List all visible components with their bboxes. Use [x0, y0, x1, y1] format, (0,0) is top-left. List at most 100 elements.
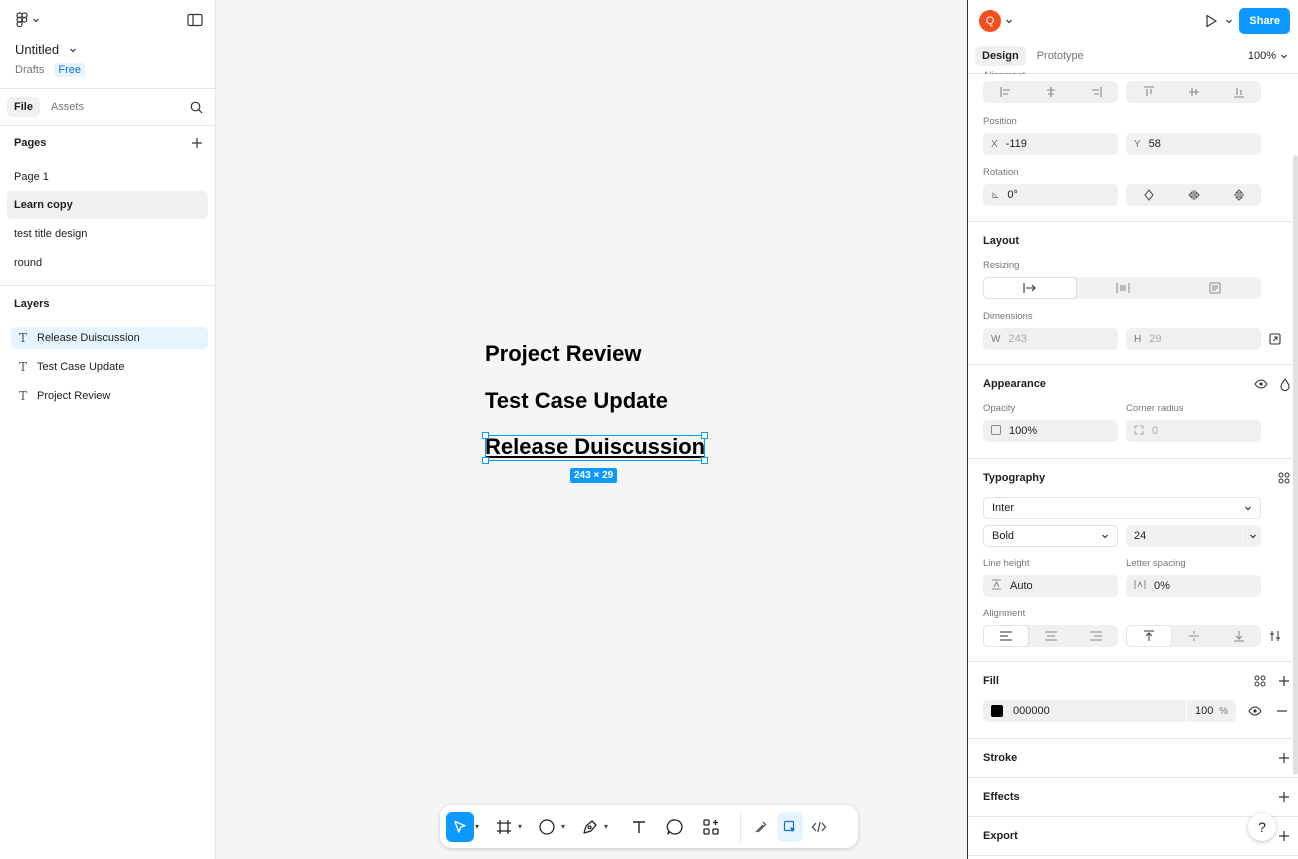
layer-item[interactable]: T Project Review — [11, 385, 208, 407]
remove-fill-icon[interactable] — [1276, 705, 1288, 717]
resize-handle[interactable] — [701, 432, 708, 439]
page-item[interactable]: Page 1 — [7, 163, 208, 191]
canvas-text-layer[interactable]: Test Case Update — [485, 388, 668, 414]
actions-button[interactable] — [696, 812, 726, 842]
auto-height-icon[interactable] — [1077, 277, 1169, 299]
width-input[interactable]: W 243 — [983, 328, 1118, 350]
fill-styles-icon[interactable] — [1254, 675, 1266, 687]
chevron-down-icon[interactable] — [1225, 17, 1233, 25]
chevron-down-icon[interactable] — [1242, 532, 1257, 540]
font-size-input[interactable]: 24 — [1126, 525, 1261, 547]
page-item[interactable]: test title design — [7, 220, 208, 248]
eye-icon[interactable] — [1254, 379, 1268, 389]
search-icon[interactable] — [190, 101, 203, 114]
resize-handle[interactable] — [482, 432, 489, 439]
chevron-down-icon[interactable] — [69, 46, 77, 54]
avatar[interactable]: Q — [979, 10, 1001, 32]
blend-mode-icon[interactable] — [1280, 377, 1290, 391]
page-item[interactable]: round — [7, 249, 208, 277]
canvas-text-layer[interactable]: Project Review — [485, 341, 642, 367]
share-button[interactable]: Share — [1239, 8, 1290, 34]
tab-file[interactable]: File — [7, 97, 40, 117]
line-height-input[interactable]: Auto — [983, 575, 1118, 597]
eye-icon[interactable] — [1248, 706, 1262, 716]
fill-opacity-input[interactable]: 100 % — [1186, 700, 1236, 722]
user-menu[interactable]: Q — [979, 10, 1013, 32]
panel-scrollbar[interactable] — [1293, 155, 1298, 775]
resize-handle[interactable] — [701, 457, 708, 464]
design-mode-button[interactable] — [777, 811, 804, 842]
text-align-center-icon[interactable] — [1029, 625, 1073, 647]
chevron-down-icon — [1280, 52, 1288, 60]
fixed-width-icon[interactable] — [983, 277, 1077, 299]
x-position-input[interactable]: X -119 — [983, 133, 1118, 155]
fill-swatch[interactable] — [991, 705, 1003, 717]
align-top-icon[interactable] — [1126, 81, 1171, 103]
align-center-h-icon[interactable] — [1028, 81, 1073, 103]
letter-spacing-input[interactable]: 0% — [1126, 575, 1261, 597]
align-middle-icon[interactable] — [1171, 81, 1216, 103]
rotate-90-icon[interactable] — [1126, 184, 1171, 206]
toggle-sidebar-icon[interactable] — [187, 13, 203, 27]
draw-mode-button[interactable] — [747, 812, 775, 842]
page-item[interactable]: Learn copy — [7, 191, 208, 219]
opacity-input[interactable]: 100% — [983, 420, 1118, 442]
comment-tool-button[interactable] — [660, 812, 690, 842]
y-position-input[interactable]: Y 58 — [1126, 133, 1261, 155]
add-export-icon[interactable] — [1278, 830, 1290, 842]
tab-design[interactable]: Design — [975, 46, 1026, 66]
chevron-down-icon[interactable]: ▾ — [604, 822, 608, 831]
pages-list: Page 1 Learn copy test title design roun… — [0, 163, 215, 277]
add-fill-icon[interactable] — [1278, 675, 1290, 687]
chevron-down-icon[interactable]: ▾ — [518, 822, 522, 831]
add-stroke-icon[interactable] — [1278, 752, 1290, 764]
text-styles-icon[interactable] — [1278, 472, 1290, 484]
fixed-size-icon[interactable] — [1169, 277, 1261, 299]
flip-horizontal-icon[interactable] — [1171, 184, 1216, 206]
text-tool-button[interactable] — [624, 812, 654, 842]
main-menu-button[interactable] — [16, 12, 40, 28]
file-location[interactable]: Drafts — [15, 64, 44, 76]
tab-assets[interactable]: Assets — [44, 97, 91, 117]
font-family-dropdown[interactable]: Inter — [983, 497, 1261, 519]
text-layer-icon: T — [19, 331, 28, 345]
corner-radius-input[interactable]: 0 — [1126, 420, 1261, 442]
fill-color-input[interactable]: 000000 100 % — [983, 700, 1236, 722]
text-align-top-icon[interactable] — [1126, 625, 1173, 647]
tab-prototype[interactable]: Prototype — [1030, 46, 1091, 66]
add-effect-icon[interactable] — [1278, 791, 1290, 803]
plan-badge[interactable]: Free — [54, 63, 85, 77]
text-align-bottom-icon[interactable] — [1217, 625, 1261, 647]
move-tool-button[interactable] — [446, 811, 474, 842]
pen-tool-button[interactable] — [577, 812, 603, 842]
chevron-down-icon[interactable]: ▾ — [561, 822, 565, 831]
pen-icon — [583, 819, 597, 834]
type-settings-icon[interactable] — [1269, 630, 1281, 642]
align-bottom-icon[interactable] — [1216, 81, 1261, 103]
align-right-icon[interactable] — [1073, 81, 1118, 103]
text-align-middle-icon[interactable] — [1172, 625, 1216, 647]
constrain-proportions-icon[interactable] — [1269, 333, 1281, 345]
help-button[interactable]: ? — [1248, 813, 1276, 841]
zoom-dropdown[interactable]: 100% — [1248, 50, 1288, 62]
flip-vertical-icon[interactable] — [1216, 184, 1261, 206]
rotation-input[interactable]: ⊾ 0° — [983, 184, 1118, 206]
text-align-right-icon[interactable] — [1074, 625, 1118, 647]
layer-item[interactable]: T Release Duiscussion — [11, 327, 208, 349]
shape-tool-button[interactable] — [534, 812, 560, 842]
add-page-icon[interactable] — [191, 137, 203, 149]
text-align-horizontal-group — [983, 625, 1118, 647]
font-weight-dropdown[interactable]: Bold — [983, 525, 1118, 547]
frame-tool-button[interactable] — [491, 812, 517, 842]
dev-mode-button[interactable] — [805, 812, 833, 842]
align-left-icon[interactable] — [983, 81, 1028, 103]
resize-handle[interactable] — [482, 457, 489, 464]
height-input[interactable]: H 29 — [1126, 328, 1261, 350]
file-name[interactable]: Untitled — [15, 42, 59, 57]
canvas[interactable]: Project Review Test Case Update Release … — [217, 0, 967, 859]
selection-box[interactable] — [485, 435, 705, 461]
layer-item[interactable]: T Test Case Update — [11, 356, 208, 378]
chevron-down-icon[interactable]: ▾ — [475, 822, 479, 831]
present-play-icon[interactable] — [1203, 13, 1219, 29]
text-align-left-icon[interactable] — [983, 625, 1030, 647]
